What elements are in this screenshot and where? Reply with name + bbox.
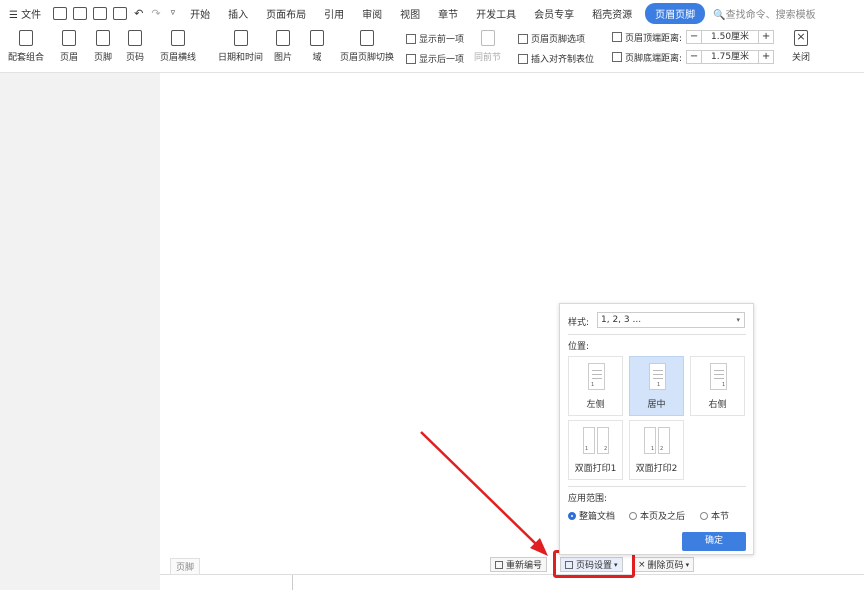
page-preview-icon: 1 <box>644 427 656 454</box>
style-value: 1, 2, 3 ... <box>601 315 642 325</box>
page-preview-icon: 2 <box>658 427 670 454</box>
radio-selected-icon <box>568 511 576 520</box>
page-preview-icon: 1 <box>710 363 727 390</box>
delete-page-number-button[interactable]: × 删除页码 ▾ <box>633 557 695 572</box>
footer-tag: 页脚 <box>170 558 201 575</box>
scope-this-section-label: 本节 <box>711 512 730 522</box>
position-right[interactable]: 1 右侧 <box>690 356 745 416</box>
page-number-settings-popup: 样式: 1, 2, 3 ... ▾ 位置: 1 左侧 1 居中 1 右侧 1 2 … <box>559 303 754 555</box>
divider <box>568 334 746 335</box>
position-left[interactable]: 1 左侧 <box>568 356 623 416</box>
chevron-down-icon: ▾ <box>685 560 690 569</box>
position-duplex-1-label: 双面打印1 <box>574 464 617 474</box>
position-duplex-2-label: 双面打印2 <box>635 464 678 474</box>
position-center[interactable]: 1 居中 <box>629 356 684 416</box>
divider <box>568 486 746 487</box>
scope-whole-document-radio[interactable]: 整篇文档 <box>568 509 615 522</box>
renumber-label: 重新编号 <box>506 561 543 571</box>
radio-icon <box>700 511 708 520</box>
style-label: 样式: <box>568 318 590 328</box>
position-center-label: 居中 <box>647 400 666 410</box>
page-preview-icon: 1 <box>649 363 666 390</box>
position-label: 位置: <box>568 342 590 352</box>
renumber-icon <box>495 560 503 569</box>
style-select[interactable]: 1, 2, 3 ... ▾ <box>597 312 745 328</box>
position-duplex-2[interactable]: 1 2 双面打印2 <box>629 420 684 480</box>
ok-button[interactable]: 确定 <box>682 532 746 551</box>
scope-this-section-radio[interactable]: 本节 <box>700 509 729 522</box>
scope-label: 应用范围: <box>568 494 608 504</box>
radio-icon <box>629 511 637 520</box>
position-right-label: 右侧 <box>708 400 727 410</box>
scope-this-page-after-radio[interactable]: 本页及之后 <box>629 509 685 522</box>
page-preview-icon: 1 <box>588 363 605 390</box>
renumber-button[interactable]: 重新编号 <box>490 557 548 572</box>
delete-icon: × <box>638 559 646 570</box>
scope-this-page-after-label: 本页及之后 <box>640 512 686 522</box>
chevron-down-icon: ▾ <box>736 316 740 324</box>
position-duplex-1[interactable]: 1 2 双面打印1 <box>568 420 623 480</box>
scope-whole-document-label: 整篇文档 <box>579 512 616 522</box>
delete-page-label: 删除页码 <box>647 561 684 571</box>
position-left-label: 左侧 <box>586 400 605 410</box>
page-preview-icon: 1 <box>583 427 595 454</box>
footer-divider <box>160 574 864 575</box>
margin-marker <box>292 575 293 590</box>
page-preview-icon: 2 <box>597 427 609 454</box>
